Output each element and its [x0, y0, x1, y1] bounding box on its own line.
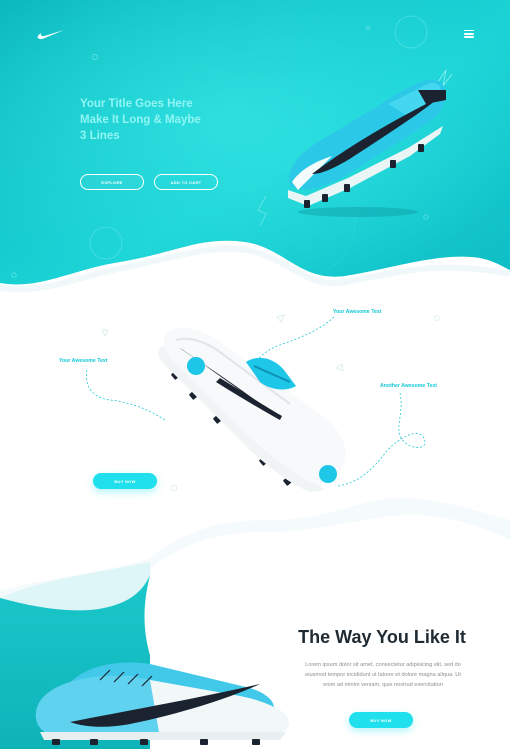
annotation-text-2: Your Awesome Text [59, 358, 108, 364]
hero-title-line-2: Make It Long & Maybe [80, 114, 201, 126]
nike-swoosh-icon[interactable] [37, 27, 65, 41]
section-title: The Way You Like It [298, 627, 466, 647]
add-to-cart-button[interactable]: Add to cart [154, 174, 218, 190]
bottom-shoe-image [35, 662, 289, 745]
annotation-text-1: Your Awesome Text [333, 309, 382, 315]
hero-title: Your Title Goes Here Make It Long & Mayb… [80, 96, 250, 144]
annotation-text-3: Another Awesome Text [380, 383, 437, 389]
body-line-3: enim ad minim veniam, quis nostrud exerc… [323, 682, 443, 688]
section-body-text: Lorem ipsum dolor sit amet, consectetur … [288, 660, 478, 690]
buy-now-button-middle[interactable]: Buy now [93, 473, 157, 489]
hero-title-line-3: 3 Lines [80, 130, 120, 142]
hero-shoe-image [288, 79, 447, 217]
explore-button[interactable]: Explore [80, 174, 144, 190]
feature-shoe-image [158, 327, 346, 492]
hero-title-line-1: Your Title Goes Here [80, 98, 193, 110]
landing-page: Your Title Goes Here Make It Long & Mayb… [0, 0, 510, 749]
body-line-2: eiusmod tempor incididunt ut labore et d… [305, 672, 461, 678]
buy-now-button-bottom[interactable]: Buy now [349, 712, 413, 728]
hamburger-menu-icon[interactable] [464, 30, 474, 38]
body-line-1: Lorem ipsum dolor sit amet, consectetur … [305, 662, 461, 668]
